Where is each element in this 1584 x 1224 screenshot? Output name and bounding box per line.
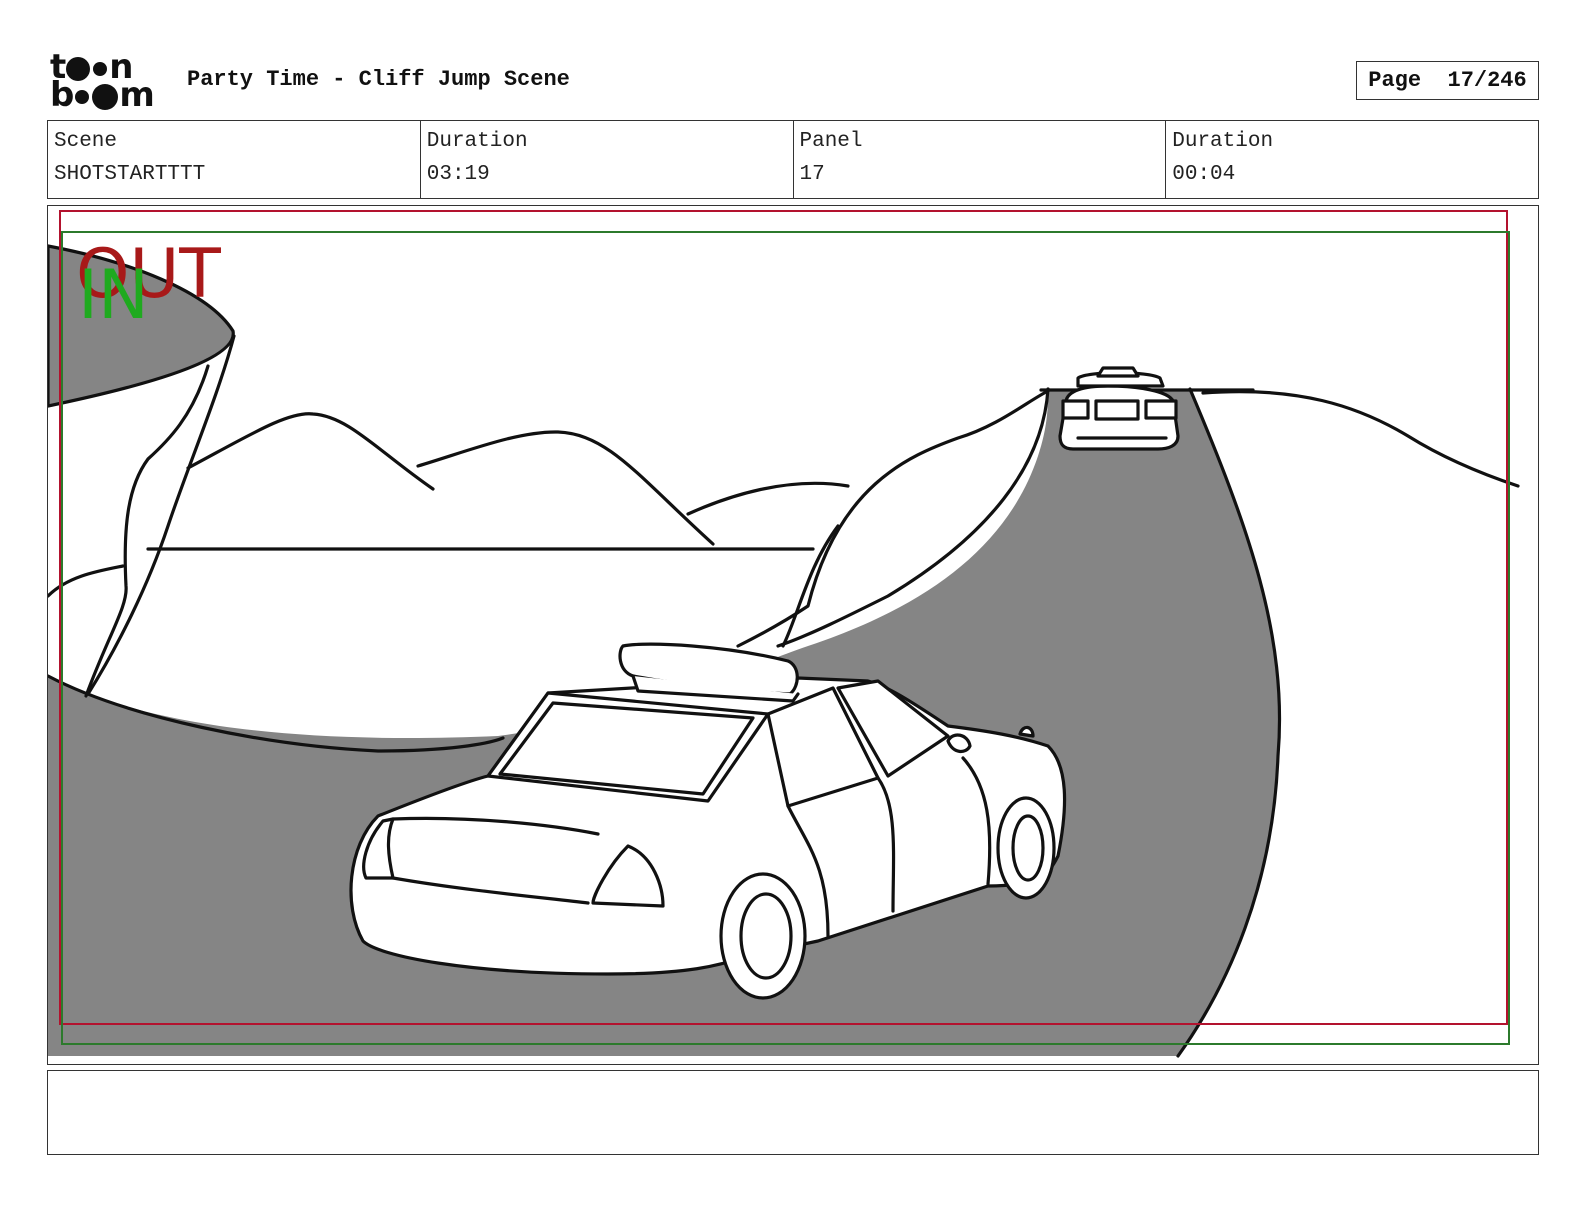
logo-letter: m (119, 75, 154, 115)
logo-row-bottom: bm (50, 75, 155, 115)
storyboard-panel: OUT IN (47, 205, 1539, 1065)
side-mirror (946, 733, 972, 753)
panel-label: Panel (799, 130, 863, 153)
front-wheel-hub (1011, 814, 1045, 882)
panel-cell: Panel 17 (794, 121, 1167, 198)
toon-boom-logo: tn bm (50, 50, 166, 114)
panel-drawing (48, 210, 1520, 1058)
scene-duration-cell: Duration 03:19 (421, 121, 794, 198)
panel-duration-label: Duration (1172, 130, 1274, 153)
scene-value: SHOTSTARTTTT (54, 163, 206, 186)
cliff-face-inner (84, 364, 210, 698)
logo-dot-icon (92, 83, 119, 110)
logo-letter: b (50, 75, 74, 115)
panel-notes-box (47, 1070, 1539, 1155)
page-indicator: Page 17/246 (1356, 61, 1539, 100)
document-title: Party Time - Cliff Jump Scene (187, 67, 570, 92)
antenna (1018, 725, 1035, 738)
in-frame-label: IN (78, 256, 149, 335)
far-car (1058, 366, 1180, 451)
mountain-middle (416, 430, 715, 546)
scene-info-table: Scene SHOTSTARTTTT Duration 03:19 Panel … (47, 120, 1539, 199)
panel-duration-cell: Duration 00:04 (1166, 121, 1538, 198)
panel-duration-value: 00:04 (1172, 163, 1236, 186)
panel-value: 17 (799, 163, 825, 186)
scene-cell: Scene SHOTSTARTTTT (48, 121, 421, 198)
page-number: 17/246 (1447, 68, 1527, 93)
rear-wheel-hub (739, 892, 793, 980)
page-label: Page (1368, 68, 1422, 93)
right-hill (1201, 389, 1520, 488)
mountain-right (686, 481, 850, 516)
scene-label: Scene (54, 130, 118, 153)
scene-duration-label: Duration (426, 130, 528, 153)
scene-duration-value: 03:19 (426, 163, 490, 186)
logo-dot-icon (75, 89, 90, 104)
logo-dot-icon (93, 61, 108, 76)
mountain-left (186, 412, 435, 491)
